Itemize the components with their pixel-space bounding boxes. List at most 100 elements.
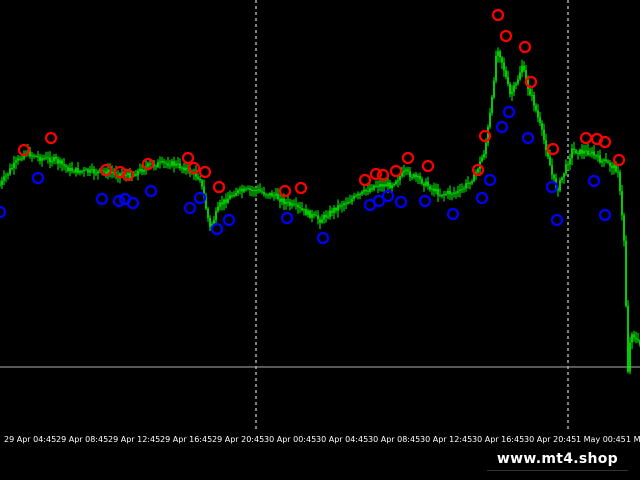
candle-body (81, 171, 83, 172)
candle-body (55, 157, 57, 159)
candle-body (407, 169, 409, 172)
candle-body (293, 203, 295, 205)
candle-body (317, 215, 319, 220)
candle-body (443, 194, 445, 196)
candle-body (181, 167, 183, 169)
candle-body (65, 165, 67, 168)
blue-signal-marker (495, 120, 509, 134)
candle-body (633, 334, 635, 338)
candle-body (263, 192, 265, 195)
candle-body (613, 165, 615, 169)
candle-body (0, 184, 1, 186)
candle-body (91, 169, 93, 171)
blue-signal-marker (587, 174, 601, 188)
candle-body (343, 203, 345, 206)
candle-body (47, 157, 49, 159)
candle-body (259, 189, 261, 192)
candle-body (353, 195, 355, 199)
candle-body (285, 202, 287, 204)
chart-area[interactable] (0, 0, 640, 432)
candle-body (283, 198, 285, 204)
red-signal-marker (518, 40, 532, 54)
candle-body (621, 191, 623, 216)
red-signal-marker (358, 173, 372, 187)
candle-body (605, 159, 607, 162)
price-chart[interactable] (0, 0, 640, 432)
candle-body (341, 205, 343, 207)
candle-body (425, 181, 427, 186)
candle-body (173, 161, 175, 166)
time-tick-label: 30 Apr 08:45 (368, 435, 421, 444)
candle-body (41, 158, 43, 161)
candle-body (183, 167, 185, 171)
candle-body (535, 105, 537, 111)
candle-body (209, 217, 211, 227)
candle-body (597, 155, 599, 157)
candle-body (83, 169, 85, 172)
candle-body (381, 184, 383, 187)
candle-body (623, 215, 625, 241)
candle-body (61, 160, 63, 165)
candle-body (19, 158, 21, 160)
candle-body (337, 205, 339, 211)
candle-body (499, 51, 501, 58)
candle-body (457, 191, 459, 193)
candle-body (33, 155, 35, 157)
watermark-text: www.mt4.shop (496, 451, 618, 467)
blue-signal-marker (502, 105, 516, 119)
candle-body (39, 156, 41, 161)
candle-body (299, 207, 301, 209)
candle-body (529, 88, 531, 95)
candle-body (357, 194, 359, 196)
red-signal-marker (44, 131, 58, 145)
candle-body (227, 198, 229, 203)
candle-body (321, 219, 323, 223)
time-tick-label: 29 Apr 20:45 (212, 435, 265, 444)
candle-body (559, 179, 561, 191)
time-tick-label: 30 Apr 20:45 (524, 435, 577, 444)
candle-body (421, 179, 423, 184)
red-signal-marker (546, 142, 560, 156)
candle-body (3, 176, 5, 181)
candle-body (333, 208, 335, 213)
candle-body (603, 159, 605, 161)
candle-body (405, 169, 407, 171)
candle-body (391, 185, 393, 188)
candle-body (225, 199, 227, 203)
red-signal-marker (491, 8, 505, 22)
candle-body (59, 160, 61, 164)
signals-group (0, 8, 626, 245)
candle-body (197, 176, 199, 179)
time-tick-label: 29 Apr 12:45 (108, 435, 161, 444)
candle-body (15, 160, 17, 163)
candle-body (485, 143, 487, 155)
candle-body (351, 198, 353, 202)
candle-body (9, 168, 11, 174)
candle-body (561, 177, 563, 180)
candle-body (207, 208, 209, 218)
candle-body (221, 202, 223, 205)
candle-body (297, 204, 299, 208)
candle-body (313, 214, 315, 216)
candle-body (199, 178, 201, 181)
candle-body (139, 168, 141, 171)
blue-signal-marker (0, 205, 7, 219)
candle-body (511, 91, 513, 95)
candle-body (7, 173, 9, 176)
candle-body (379, 184, 381, 187)
candle-body (477, 169, 479, 173)
candle-body (595, 155, 597, 157)
candle-body (291, 203, 293, 206)
candle-body (377, 185, 379, 187)
candle-body (281, 198, 283, 202)
candle-body (13, 162, 15, 168)
candle-body (213, 219, 215, 224)
candle-body (265, 194, 267, 196)
candle-body (453, 192, 455, 194)
time-tick-label: 30 Apr 04:45 (316, 435, 369, 444)
candle-body (355, 195, 357, 197)
candle-body (45, 157, 47, 159)
candle-body (239, 188, 241, 191)
candle-body (127, 172, 129, 175)
candle-body (399, 176, 401, 181)
